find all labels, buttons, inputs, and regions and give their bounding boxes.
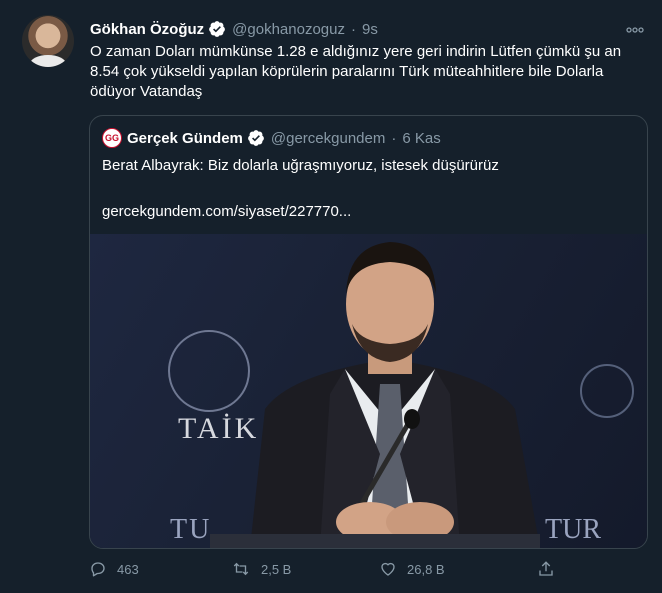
tweet-time[interactable]: 9s: [362, 21, 378, 38]
reply-count: 463: [117, 561, 139, 577]
action-bar: 463 2,5 B 26,8 B: [89, 560, 569, 582]
quoted-tweet[interactable]: GG Gerçek Gündem @gercekgundem · 6 Kas B…: [89, 115, 648, 549]
share-button[interactable]: [537, 560, 565, 578]
tweet[interactable]: Gökhan Özoğuz @gokhanozoguz · 9s O zaman…: [0, 0, 662, 593]
like-icon: [381, 562, 395, 576]
retweet-count: 2,5 B: [261, 561, 292, 577]
verified-icon: [209, 21, 226, 37]
tweet-text: O zaman Doları mümkünse 1.28 e aldığınız…: [90, 43, 622, 100]
more-icon[interactable]: [626, 20, 644, 38]
retweet-icon: [233, 562, 249, 576]
quote-image[interactable]: TAİK TU TUR: [90, 234, 647, 548]
share-icon: [539, 561, 553, 576]
quote-header: GG Gerçek Gündem @gercekgundem · 6 Kas: [102, 128, 441, 148]
reply-button[interactable]: 463: [89, 560, 139, 578]
quote-text: Berat Albayrak: Biz dolarla uğraşmıyoruz…: [102, 157, 499, 174]
quote-link[interactable]: gercekgundem.com/siyaset/227770...: [102, 202, 351, 222]
avatar[interactable]: [22, 15, 74, 67]
reply-icon: [91, 562, 105, 577]
like-button[interactable]: 26,8 B: [379, 560, 445, 578]
separator-dot: ·: [391, 129, 397, 147]
quote-time[interactable]: 6 Kas: [402, 130, 440, 147]
like-count: 26,8 B: [407, 561, 445, 577]
quote-avatar[interactable]: GG: [102, 128, 122, 148]
author-name[interactable]: Gökhan Özoğuz: [90, 21, 204, 38]
quote-author-handle[interactable]: @gercekgundem: [271, 130, 385, 147]
verified-icon: [248, 130, 264, 146]
retweet-button[interactable]: 2,5 B: [231, 560, 291, 578]
author-handle[interactable]: @gokhanozoguz: [232, 21, 345, 38]
person-photo: [210, 242, 540, 548]
separator-dot: ·: [350, 20, 356, 38]
tweet-header: Gökhan Özoğuz @gokhanozoguz · 9s: [90, 19, 378, 39]
quote-author-name[interactable]: Gerçek Gündem: [127, 130, 243, 147]
